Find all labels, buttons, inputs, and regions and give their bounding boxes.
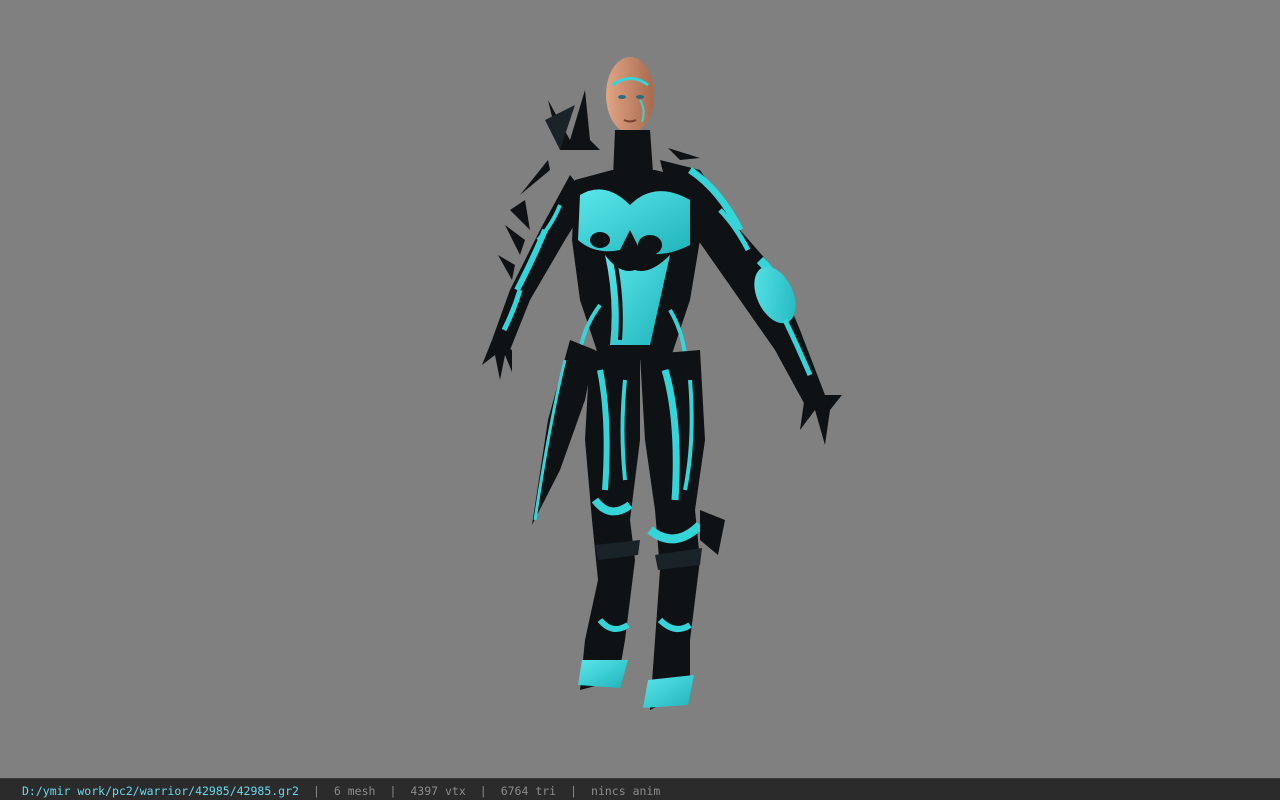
torso [572, 170, 700, 360]
triangle-count: 6764 tri [500, 783, 557, 798]
separator: | [312, 783, 320, 798]
right-leg [640, 350, 725, 710]
model-viewport[interactable] [0, 0, 1280, 778]
head [606, 57, 654, 133]
file-path: D:/ymir work/pc2/warrior/42985/42985.gr2 [22, 783, 299, 798]
status-bar: D:/ymir work/pc2/warrior/42985/42985.gr2… [0, 778, 1280, 800]
vertex-count: 4397 vtx [410, 783, 466, 798]
mesh-count: 6 mesh [333, 783, 376, 798]
left-leg [578, 350, 640, 690]
animation-status: nincs anim [591, 783, 661, 798]
character-model-icon[interactable] [0, 0, 1280, 778]
separator: | [570, 783, 578, 798]
separator: | [389, 783, 397, 798]
separator: | [479, 783, 487, 798]
